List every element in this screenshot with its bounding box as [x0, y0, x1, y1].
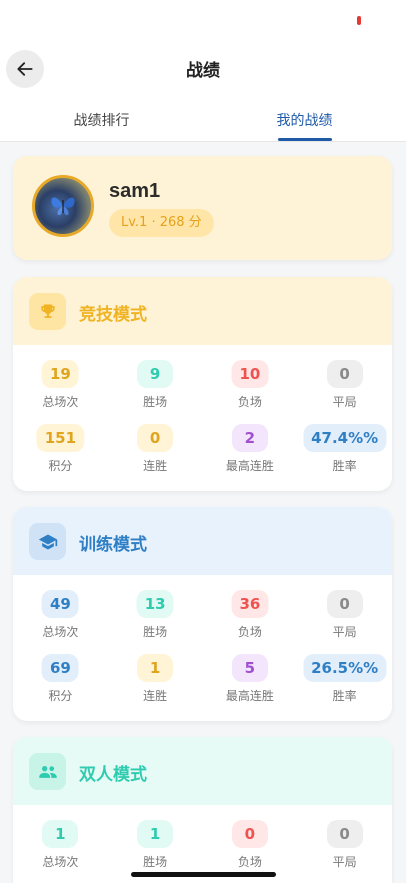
stat-total-games: 19 总场次	[13, 345, 108, 409]
page-title: 战绩	[186, 61, 220, 81]
stat-label: 胜率	[332, 689, 357, 703]
stat-value: 19	[41, 360, 79, 388]
stat-win-streak: 1 连胜	[108, 639, 203, 703]
stat-value: 0	[326, 590, 363, 618]
stat-value: 47.4%%	[303, 424, 387, 452]
stat-value: 36	[231, 590, 269, 618]
stat-label: 连胜	[143, 459, 168, 473]
competitive-mode-title: 竞技模式	[79, 305, 147, 325]
stat-value: 69	[41, 654, 79, 682]
training-mode-header: 训练模式	[13, 507, 392, 575]
stat-label: 最高连胜	[225, 459, 274, 473]
competitive-mode-header: 竞技模式	[13, 277, 392, 345]
stat-losses: 36 负场	[203, 575, 298, 639]
stat-label: 总场次	[42, 625, 79, 639]
stat-total-games: 49 总场次	[13, 575, 108, 639]
home-indicator[interactable]	[131, 872, 276, 877]
graduation-cap-icon-box	[29, 523, 66, 560]
profile-card: sam1 Lv.1 · 268 分	[13, 156, 392, 260]
stat-wins: 13 胜场	[108, 575, 203, 639]
stat-label: 胜场	[143, 395, 168, 409]
stat-win-streak: 0 连胜	[108, 409, 203, 473]
stat-label: 胜率	[332, 459, 357, 473]
stat-label: 平局	[332, 395, 357, 409]
duo-mode-title: 双人模式	[79, 765, 147, 785]
training-stats-row-2: 69 积分 1 连胜 5 最高连胜 26.5%% 胜率	[13, 639, 392, 703]
training-stats-row-1: 49 总场次 13 胜场 36 负场 0 平局	[13, 575, 392, 639]
stat-points: 151 积分	[13, 409, 108, 473]
stat-value: 13	[136, 590, 174, 618]
stat-wins: 1 胜场	[108, 805, 203, 869]
stat-label: 最高连胜	[225, 689, 274, 703]
stat-value: 2	[231, 424, 268, 452]
stat-value: 151	[36, 424, 85, 452]
tab-leaderboard[interactable]: 战绩排行	[0, 96, 203, 141]
stat-value: 5	[231, 654, 268, 682]
competitive-stats-row-1: 19 总场次 9 胜场 10 负场 0 平局	[13, 345, 392, 409]
stat-value: 0	[137, 424, 174, 452]
stat-label: 平局	[332, 625, 357, 639]
competitive-stats-row-2: 151 积分 0 连胜 2 最高连胜 47.4%% 胜率	[13, 409, 392, 473]
avatar[interactable]	[32, 175, 94, 237]
username: sam1	[109, 180, 161, 202]
stat-win-rate: 26.5%% 胜率	[297, 639, 392, 703]
status-bar	[0, 0, 406, 44]
people-icon-box	[29, 753, 66, 790]
stat-label: 负场	[237, 395, 262, 409]
stat-value: 1	[137, 654, 174, 682]
tab-bar: 战绩排行 我的战绩	[0, 96, 406, 142]
stat-best-streak: 5 最高连胜	[203, 639, 298, 703]
butterfly-image	[51, 197, 75, 216]
stat-losses: 0 负场	[203, 805, 298, 869]
stat-label: 负场	[237, 625, 262, 639]
stat-value: 10	[231, 360, 269, 388]
stat-label: 胜场	[143, 855, 168, 869]
trophy-icon-box	[29, 293, 66, 330]
people-icon	[38, 765, 57, 778]
duo-mode-header: 双人模式	[13, 737, 392, 805]
scroll-content[interactable]: sam1 Lv.1 · 268 分 竞技模式 19 总场次 9 胜场 10 负场 0平…	[0, 142, 406, 883]
stat-win-rate: 47.4%% 胜率	[297, 409, 392, 473]
stat-draws: 0 平局	[297, 805, 392, 869]
duo-mode-card: 双人模式 1 总场次 1 胜场 0 负场 0 平局	[13, 737, 392, 883]
stat-draws: 0 平局	[297, 575, 392, 639]
stat-draws: 0 平局	[297, 345, 392, 409]
stat-value: 0	[326, 820, 363, 848]
stat-value: 0	[326, 360, 363, 388]
stat-points: 69 积分	[13, 639, 108, 703]
app-header: 战绩	[0, 44, 406, 96]
graduation-cap-icon	[38, 534, 57, 549]
competitive-mode-card: 竞技模式 19 总场次 9 胜场 10 负场 0 平局 151 积分 0 连胜 2 最高连胜 …	[13, 277, 392, 491]
stat-value: 9	[137, 360, 174, 388]
level-badge: Lv.1 · 268 分	[109, 209, 214, 237]
stat-value: 49	[41, 590, 79, 618]
stat-total-games: 1 总场次	[13, 805, 108, 869]
recording-indicator	[357, 16, 361, 25]
stat-value: 26.5%%	[303, 654, 387, 682]
stat-label: 积分	[48, 689, 73, 703]
stat-label: 胜场	[143, 625, 168, 639]
trophy-icon	[40, 304, 55, 318]
stat-label: 总场次	[42, 855, 79, 869]
duo-stats-row-1: 1 总场次 1 胜场 0 负场 0 平局	[13, 805, 392, 869]
training-mode-card: 训练模式 49 总场次 13 胜场 36 负场 0 平局 69 积分 1 连胜 5 最高连胜 …	[13, 507, 392, 721]
training-mode-title: 训练模式	[79, 535, 147, 555]
stat-best-streak: 2 最高连胜	[203, 409, 298, 473]
stat-wins: 9 胜场	[108, 345, 203, 409]
stat-value: 1	[137, 820, 174, 848]
stat-label: 负场	[237, 855, 262, 869]
tab-my-records[interactable]: 我的战绩	[203, 96, 406, 141]
stat-label: 总场次	[42, 395, 79, 409]
stat-label: 平局	[332, 855, 357, 869]
stat-label: 连胜	[143, 689, 168, 703]
stat-losses: 10 负场	[203, 345, 298, 409]
stat-label: 积分	[48, 459, 73, 473]
stat-value: 0	[231, 820, 268, 848]
stat-value: 1	[42, 820, 79, 848]
